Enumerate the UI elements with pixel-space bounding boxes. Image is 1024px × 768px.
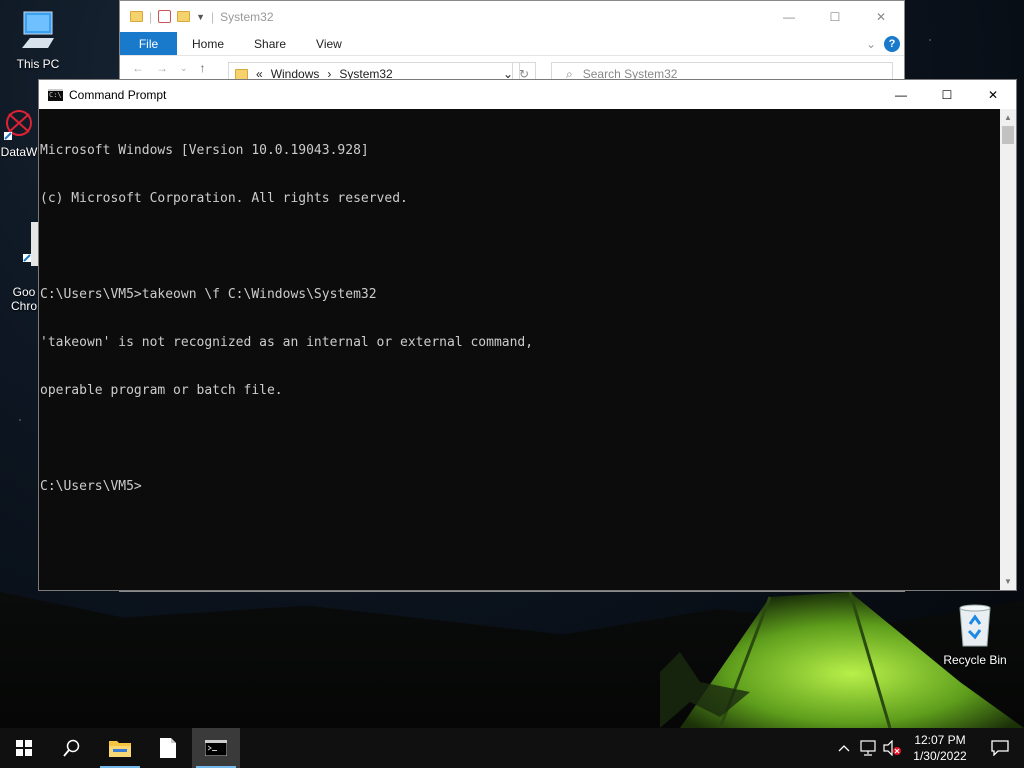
up-arrow-icon[interactable]: ↑ xyxy=(200,61,206,75)
ribbon-expand-chevron-icon[interactable]: ⌄ xyxy=(866,32,884,55)
notification-icon xyxy=(991,740,1009,756)
separator: | xyxy=(149,9,153,24)
console-line: 'takeown' is not recognized as an intern… xyxy=(40,335,534,350)
separator: | xyxy=(211,9,215,24)
folder-icon xyxy=(130,11,143,22)
clock[interactable]: 12:07 PM 1/30/2022 xyxy=(910,732,970,764)
desktop-icon-label: This PC xyxy=(16,57,60,71)
recycle-bin-icon xyxy=(959,604,991,647)
tab-share[interactable]: Share xyxy=(239,32,301,55)
back-arrow-icon[interactable]: ← xyxy=(132,61,144,75)
taskbar-notepad[interactable] xyxy=(144,728,192,768)
scroll-down-icon[interactable]: ▼ xyxy=(1000,573,1016,590)
action-center-button[interactable] xyxy=(976,740,1024,756)
maximize-button[interactable]: ☐ xyxy=(812,1,858,32)
close-button[interactable]: ✕ xyxy=(858,1,904,32)
scroll-up-icon[interactable]: ▲ xyxy=(1000,109,1016,126)
new-folder-icon[interactable] xyxy=(177,11,191,22)
taskbar-file-explorer[interactable] xyxy=(96,728,144,768)
search-icon xyxy=(63,739,80,757)
console-line: (c) Microsoft Corporation. All rights re… xyxy=(40,191,408,206)
recent-chevron-icon[interactable]: ⌄ xyxy=(180,63,188,74)
minimize-button[interactable]: — xyxy=(878,80,924,109)
minimize-button[interactable]: — xyxy=(766,1,812,32)
volume-muted-icon[interactable] xyxy=(880,740,904,756)
desktop-icon-this-pc[interactable]: This PC xyxy=(0,8,76,71)
document-icon xyxy=(160,738,176,758)
console-prompt-line[interactable]: C:\Users\VM5> xyxy=(40,479,1000,495)
forward-arrow-icon[interactable]: → xyxy=(156,61,168,75)
desktop-icon-label: Recycle Bin xyxy=(943,653,1007,667)
vertical-scrollbar[interactable]: ▲ ▼ xyxy=(1000,109,1016,590)
console-output[interactable]: Microsoft Windows [Version 10.0.19043.92… xyxy=(39,109,1000,590)
dataw-icon xyxy=(4,110,32,140)
maximize-button[interactable]: ☐ xyxy=(924,80,970,109)
command-prompt-window[interactable]: C:\ Command Prompt — ☐ ✕ Microsoft Windo… xyxy=(38,79,1017,591)
tab-file[interactable]: File xyxy=(120,32,177,55)
tab-home[interactable]: Home xyxy=(177,32,239,55)
cmd-title: Command Prompt xyxy=(69,87,167,102)
folder-icon xyxy=(235,68,248,80)
system-tray: 12:07 PM 1/30/2022 xyxy=(832,728,1024,768)
explorer-title: System32 xyxy=(220,9,274,24)
windows-logo-icon xyxy=(16,740,32,756)
close-button[interactable]: ✕ xyxy=(970,80,1016,109)
desktop-icon-recycle-bin[interactable]: Recycle Bin xyxy=(937,602,1013,667)
desktop-icon-dataw[interactable]: DataW xyxy=(0,106,42,159)
console-line: C:\Users\VM5>takeown \f C:\Windows\Syste… xyxy=(40,287,377,302)
show-hidden-icons-chevron-up-icon[interactable] xyxy=(832,744,856,752)
clock-date: 1/30/2022 xyxy=(913,749,967,763)
chevron-down-icon[interactable]: ▼ xyxy=(196,12,205,22)
cmd-caption-buttons: — ☐ ✕ xyxy=(878,80,1016,109)
taskbar-command-prompt[interactable] xyxy=(192,728,240,768)
desktop-icon-label: DataW xyxy=(0,145,38,159)
properties-icon[interactable] xyxy=(158,10,172,23)
this-pc-icon xyxy=(22,11,54,48)
help-icon[interactable]: ? xyxy=(884,36,900,52)
cmd-titlebar[interactable]: C:\ Command Prompt xyxy=(39,80,1016,109)
scrollbar-thumb[interactable] xyxy=(1002,126,1014,144)
start-button[interactable] xyxy=(0,728,48,768)
ribbon-tabs: File Home Share View ⌄ ? xyxy=(120,32,904,56)
console-line: Microsoft Windows [Version 10.0.19043.92… xyxy=(40,143,369,158)
taskbar: 12:07 PM 1/30/2022 xyxy=(0,728,1024,768)
clock-time: 12:07 PM xyxy=(914,733,966,747)
console-icon xyxy=(205,740,227,756)
network-icon[interactable] xyxy=(856,740,880,756)
console-line: operable program or batch file. xyxy=(40,383,283,398)
search-button[interactable] xyxy=(48,728,96,768)
explorer-caption-buttons: — ☐ ✕ xyxy=(766,1,904,32)
console-icon: C:\ xyxy=(48,88,63,101)
folder-icon xyxy=(109,741,131,757)
tab-view[interactable]: View xyxy=(301,32,357,55)
